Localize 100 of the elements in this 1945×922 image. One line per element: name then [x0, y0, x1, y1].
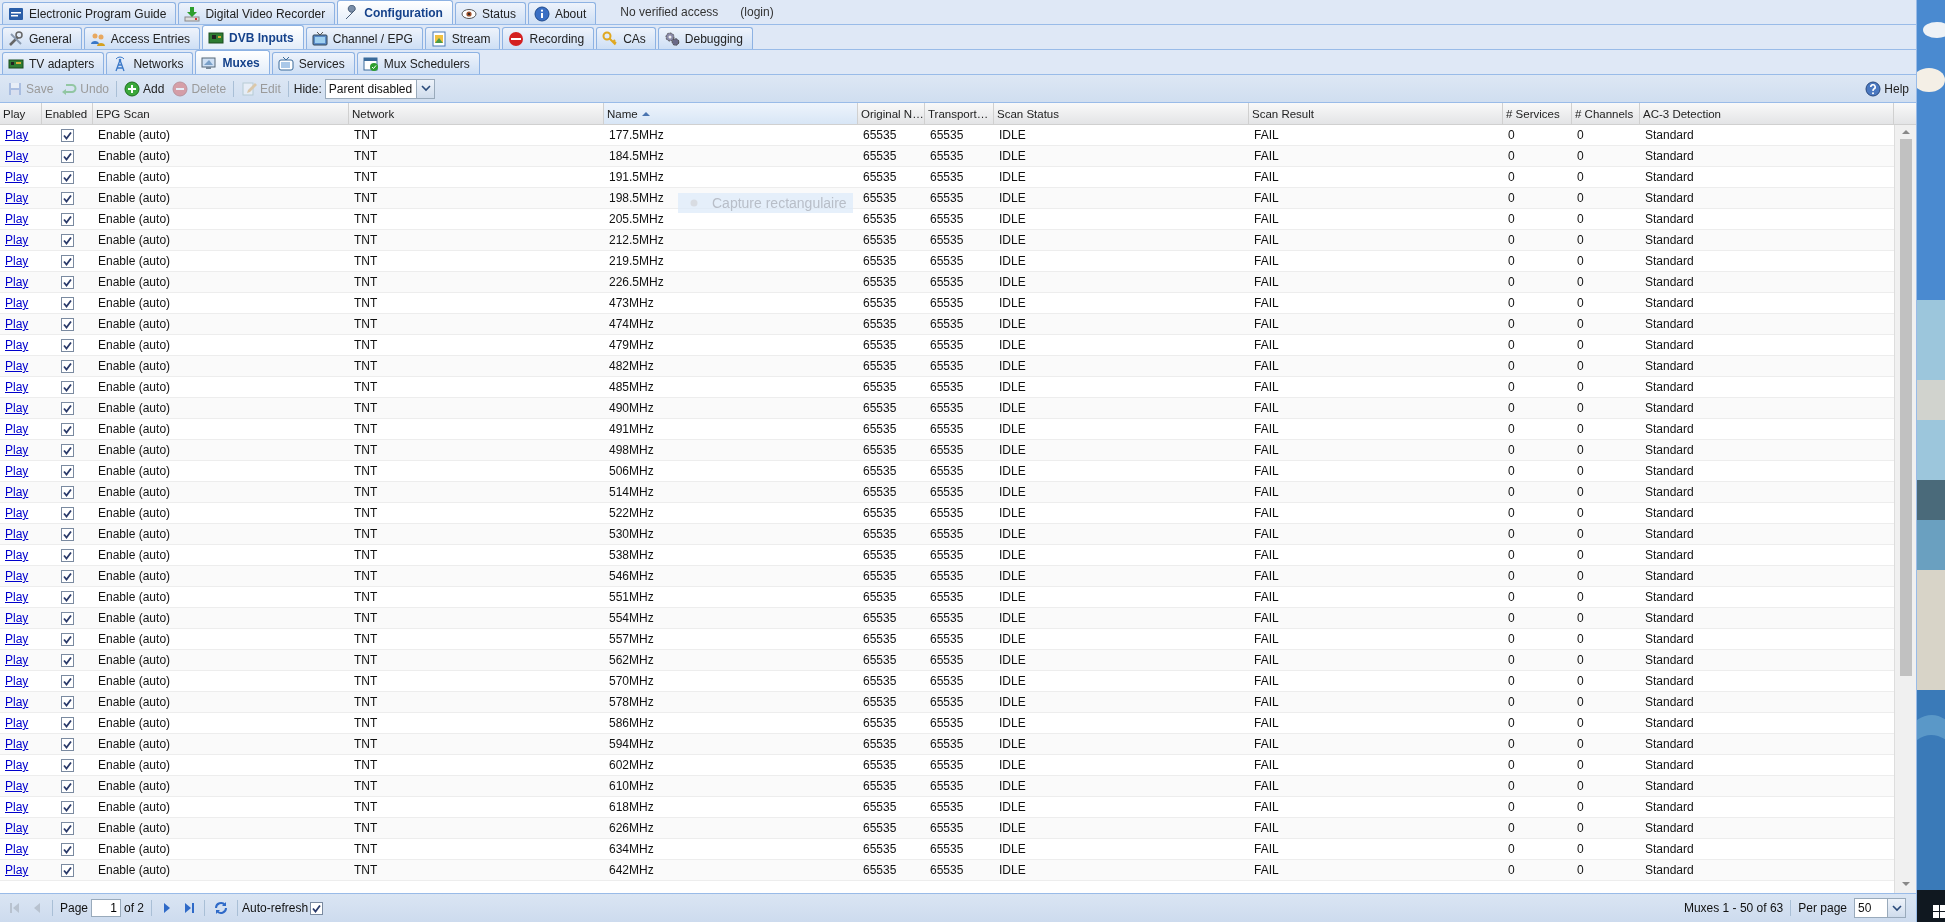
- login-link[interactable]: (login): [740, 5, 774, 19]
- play-link[interactable]: Play: [5, 464, 29, 478]
- play-link[interactable]: Play: [5, 611, 29, 625]
- checkbox[interactable]: [61, 275, 74, 289]
- checkbox[interactable]: [61, 296, 74, 310]
- checkbox[interactable]: [61, 527, 74, 541]
- checkbox[interactable]: [61, 338, 74, 352]
- checkbox[interactable]: [61, 380, 74, 394]
- play-link[interactable]: Play: [5, 653, 29, 667]
- checkbox[interactable]: [61, 821, 74, 835]
- toolbar-button[interactable]: Add: [120, 78, 169, 99]
- play-link[interactable]: Play: [5, 128, 29, 142]
- play-link[interactable]: Play: [5, 632, 29, 646]
- checkbox[interactable]: [61, 569, 74, 583]
- tab[interactable]: TV adapters: [2, 52, 105, 74]
- play-link[interactable]: Play: [5, 359, 29, 373]
- play-link[interactable]: Play: [5, 506, 29, 520]
- checkbox[interactable]: [61, 695, 74, 709]
- column-header[interactable]: Play: [0, 103, 42, 124]
- play-link[interactable]: Play: [5, 779, 29, 793]
- checkbox[interactable]: [61, 758, 74, 772]
- checkbox[interactable]: [61, 443, 74, 457]
- play-link[interactable]: Play: [5, 674, 29, 688]
- column-header[interactable]: # Services: [1503, 103, 1572, 124]
- play-link[interactable]: Play: [5, 254, 29, 268]
- play-link[interactable]: Play: [5, 842, 29, 856]
- column-header[interactable]: Scan Status: [994, 103, 1249, 124]
- column-header[interactable]: EPG Scan: [93, 103, 349, 124]
- column-header[interactable]: # Channels: [1572, 103, 1640, 124]
- play-link[interactable]: Play: [5, 191, 29, 205]
- tab[interactable]: Configuration: [337, 0, 453, 24]
- checkbox[interactable]: [61, 611, 74, 625]
- tab[interactable]: Recording: [502, 27, 595, 49]
- play-link[interactable]: Play: [5, 695, 29, 709]
- checkbox[interactable]: [61, 212, 74, 226]
- checkbox[interactable]: [61, 653, 74, 667]
- checkbox[interactable]: [61, 548, 74, 562]
- checkbox[interactable]: [61, 149, 74, 163]
- tab[interactable]: CAs: [596, 27, 656, 49]
- play-link[interactable]: Play: [5, 716, 29, 730]
- tab[interactable]: Digital Video Recorder: [178, 2, 336, 24]
- play-link[interactable]: Play: [5, 149, 29, 163]
- play-link[interactable]: Play: [5, 338, 29, 352]
- tab[interactable]: General: [2, 27, 82, 49]
- tab[interactable]: DVB Inputs: [202, 25, 304, 49]
- play-link[interactable]: Play: [5, 170, 29, 184]
- tab[interactable]: Debugging: [657, 27, 753, 49]
- checkbox[interactable]: [61, 254, 74, 268]
- checkbox[interactable]: [61, 485, 74, 499]
- play-link[interactable]: Play: [5, 233, 29, 247]
- column-header[interactable]: Transport…: [925, 103, 994, 124]
- help-button[interactable]: Help: [1861, 78, 1913, 99]
- tab[interactable]: Mux Schedulers: [356, 52, 480, 74]
- checkbox[interactable]: [61, 170, 74, 184]
- checkbox[interactable]: [61, 464, 74, 478]
- checkbox[interactable]: [61, 506, 74, 520]
- checkbox[interactable]: [61, 737, 74, 751]
- column-header[interactable]: Name: [604, 103, 858, 124]
- play-link[interactable]: Play: [5, 569, 29, 583]
- checkbox[interactable]: [61, 422, 74, 436]
- tab[interactable]: Services: [271, 52, 355, 74]
- tab[interactable]: Networks: [106, 52, 194, 74]
- checkbox[interactable]: [61, 800, 74, 814]
- checkbox[interactable]: [61, 191, 74, 205]
- checkbox[interactable]: [61, 359, 74, 373]
- tab[interactable]: About: [527, 2, 597, 24]
- checkbox[interactable]: [61, 863, 74, 877]
- checkbox[interactable]: [310, 901, 324, 915]
- play-link[interactable]: Play: [5, 275, 29, 289]
- play-link[interactable]: Play: [5, 548, 29, 562]
- page-field[interactable]: 1: [91, 899, 122, 917]
- scrollbar[interactable]: [1894, 125, 1916, 893]
- play-link[interactable]: Play: [5, 422, 29, 436]
- checkbox[interactable]: [61, 401, 74, 415]
- play-link[interactable]: Play: [5, 443, 29, 457]
- checkbox[interactable]: [61, 779, 74, 793]
- play-link[interactable]: Play: [5, 317, 29, 331]
- tab[interactable]: Status: [454, 2, 526, 24]
- play-link[interactable]: Play: [5, 800, 29, 814]
- play-link[interactable]: Play: [5, 380, 29, 394]
- checkbox[interactable]: [61, 632, 74, 646]
- play-link[interactable]: Play: [5, 485, 29, 499]
- checkbox[interactable]: [61, 590, 74, 604]
- play-link[interactable]: Play: [5, 296, 29, 310]
- play-link[interactable]: Play: [5, 821, 29, 835]
- tab[interactable]: Access Entries: [83, 27, 201, 49]
- checkbox[interactable]: [61, 128, 74, 142]
- column-header[interactable]: Enabled: [42, 103, 93, 124]
- per-page-dropdown[interactable]: 50: [1854, 898, 1906, 918]
- checkbox[interactable]: [61, 674, 74, 688]
- column-header[interactable]: Scan Result: [1249, 103, 1503, 124]
- column-header[interactable]: Original N…: [858, 103, 925, 124]
- play-link[interactable]: Play: [5, 527, 29, 541]
- checkbox[interactable]: [61, 233, 74, 247]
- play-link[interactable]: Play: [5, 212, 29, 226]
- play-link[interactable]: Play: [5, 590, 29, 604]
- checkbox[interactable]: [61, 716, 74, 730]
- tab[interactable]: Muxes: [195, 50, 270, 74]
- checkbox[interactable]: [61, 317, 74, 331]
- play-link[interactable]: Play: [5, 401, 29, 415]
